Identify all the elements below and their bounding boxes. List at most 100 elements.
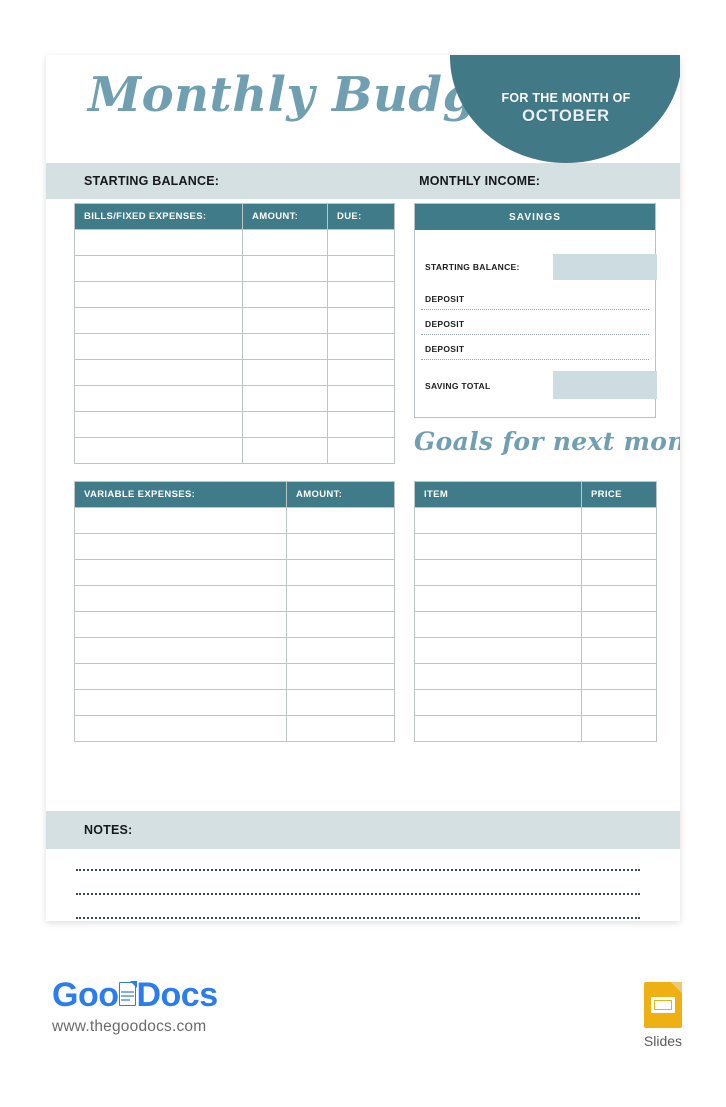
bills-cell-0[interactable]	[74, 229, 243, 256]
goals-cell-0[interactable]	[414, 611, 582, 638]
bills-cell-0[interactable]	[74, 307, 243, 334]
table-row	[74, 533, 395, 560]
starting-balance-label: STARTING BALANCE:	[84, 174, 220, 188]
goals-col-price: PRICE	[581, 481, 657, 508]
bills-cell-2[interactable]	[327, 281, 395, 308]
table-header-row: VARIABLE EXPENSES: AMOUNT:	[74, 481, 395, 508]
bills-cell-0[interactable]	[74, 255, 243, 282]
savings-divider-3	[421, 359, 649, 360]
goals-table: ITEM PRICE	[414, 481, 657, 742]
bills-cell-1[interactable]	[242, 281, 328, 308]
variable-cell-0[interactable]	[74, 507, 287, 534]
savings-deposit-label-3: DEPOSIT	[425, 343, 465, 354]
goals-cell-1[interactable]	[581, 715, 657, 742]
bills-cell-1[interactable]	[242, 385, 328, 412]
variable-col-amount: AMOUNT:	[286, 481, 395, 508]
variable-cell-0[interactable]	[74, 611, 287, 638]
bills-cell-2[interactable]	[327, 437, 395, 464]
budget-card: Monthly Budget FOR THE MONTH OF OCTOBER …	[46, 55, 680, 921]
bills-cell-2[interactable]	[327, 229, 395, 256]
bills-cell-1[interactable]	[242, 411, 328, 438]
notes-line-1[interactable]	[76, 869, 640, 871]
variable-cell-1[interactable]	[286, 533, 395, 560]
variable-table-body	[74, 507, 395, 742]
variable-cell-0[interactable]	[74, 533, 287, 560]
google-slides-badge[interactable]: Slides	[630, 982, 696, 1049]
brand-url[interactable]: www.thegoodocs.com	[52, 1018, 218, 1036]
table-row	[414, 637, 657, 664]
notes-line-3[interactable]	[76, 917, 640, 919]
goals-cell-0[interactable]	[414, 715, 582, 742]
bills-cell-2[interactable]	[327, 385, 395, 412]
goals-cell-0[interactable]	[414, 637, 582, 664]
savings-heading: SAVINGS	[415, 204, 655, 230]
bills-cell-2[interactable]	[327, 255, 395, 282]
goals-cell-0[interactable]	[414, 585, 582, 612]
table-row	[74, 559, 395, 586]
bills-cell-0[interactable]	[74, 437, 243, 464]
variable-cell-1[interactable]	[286, 559, 395, 586]
variable-cell-0[interactable]	[74, 663, 287, 690]
goals-cell-0[interactable]	[414, 533, 582, 560]
goals-cell-1[interactable]	[581, 585, 657, 612]
goals-table-body	[414, 507, 657, 742]
variable-cell-1[interactable]	[286, 715, 395, 742]
notes-strip: NOTES:	[46, 811, 680, 849]
savings-deposit-row-3: DEPOSIT	[415, 336, 655, 361]
savings-deposit-row-1: DEPOSIT	[415, 286, 655, 311]
variable-cell-0[interactable]	[74, 715, 287, 742]
variable-cell-1[interactable]	[286, 637, 395, 664]
goals-cell-1[interactable]	[581, 611, 657, 638]
bills-cell-1[interactable]	[242, 229, 328, 256]
bills-cell-2[interactable]	[327, 359, 395, 386]
goals-cell-1[interactable]	[581, 533, 657, 560]
notes-line-2[interactable]	[76, 893, 640, 895]
table-row	[414, 507, 657, 534]
bills-cell-0[interactable]	[74, 411, 243, 438]
bills-cell-0[interactable]	[74, 385, 243, 412]
savings-starting-balance-input[interactable]	[553, 254, 657, 280]
variable-cell-1[interactable]	[286, 689, 395, 716]
table-row	[74, 307, 395, 334]
bills-cell-1[interactable]	[242, 255, 328, 282]
variable-cell-1[interactable]	[286, 611, 395, 638]
goals-cell-1[interactable]	[581, 559, 657, 586]
table-row	[74, 437, 395, 464]
bills-cell-2[interactable]	[327, 307, 395, 334]
bills-cell-1[interactable]	[242, 359, 328, 386]
bills-cell-0[interactable]	[74, 359, 243, 386]
variable-cell-0[interactable]	[74, 689, 287, 716]
variable-cell-1[interactable]	[286, 507, 395, 534]
bills-cell-2[interactable]	[327, 333, 395, 360]
goals-cell-1[interactable]	[581, 507, 657, 534]
goals-cell-0[interactable]	[414, 689, 582, 716]
bills-cell-0[interactable]	[74, 281, 243, 308]
savings-divider-1	[421, 309, 649, 310]
variable-cell-0[interactable]	[74, 637, 287, 664]
table-row	[414, 611, 657, 638]
goals-col-item: ITEM	[414, 481, 582, 508]
bills-cell-1[interactable]	[242, 437, 328, 464]
goals-cell-1[interactable]	[581, 637, 657, 664]
variable-cell-1[interactable]	[286, 585, 395, 612]
brand-text-goo: Goo	[52, 976, 119, 1014]
bills-cell-0[interactable]	[74, 333, 243, 360]
goodocs-brand[interactable]: Goo Docs www.thegoodocs.com	[52, 978, 218, 1036]
goals-cell-0[interactable]	[414, 663, 582, 690]
goals-cell-0[interactable]	[414, 507, 582, 534]
variable-cell-1[interactable]	[286, 663, 395, 690]
table-row	[74, 385, 395, 412]
bills-cell-2[interactable]	[327, 411, 395, 438]
balance-strip: STARTING BALANCE: MONTHLY INCOME:	[46, 163, 680, 199]
savings-total-input[interactable]	[553, 371, 657, 399]
variable-cell-0[interactable]	[74, 559, 287, 586]
goals-cell-1[interactable]	[581, 689, 657, 716]
table-row	[74, 689, 395, 716]
bills-cell-1[interactable]	[242, 307, 328, 334]
savings-deposit-label-1: DEPOSIT	[425, 293, 465, 304]
table-row	[414, 689, 657, 716]
goals-cell-0[interactable]	[414, 559, 582, 586]
goals-cell-1[interactable]	[581, 663, 657, 690]
variable-cell-0[interactable]	[74, 585, 287, 612]
bills-cell-1[interactable]	[242, 333, 328, 360]
